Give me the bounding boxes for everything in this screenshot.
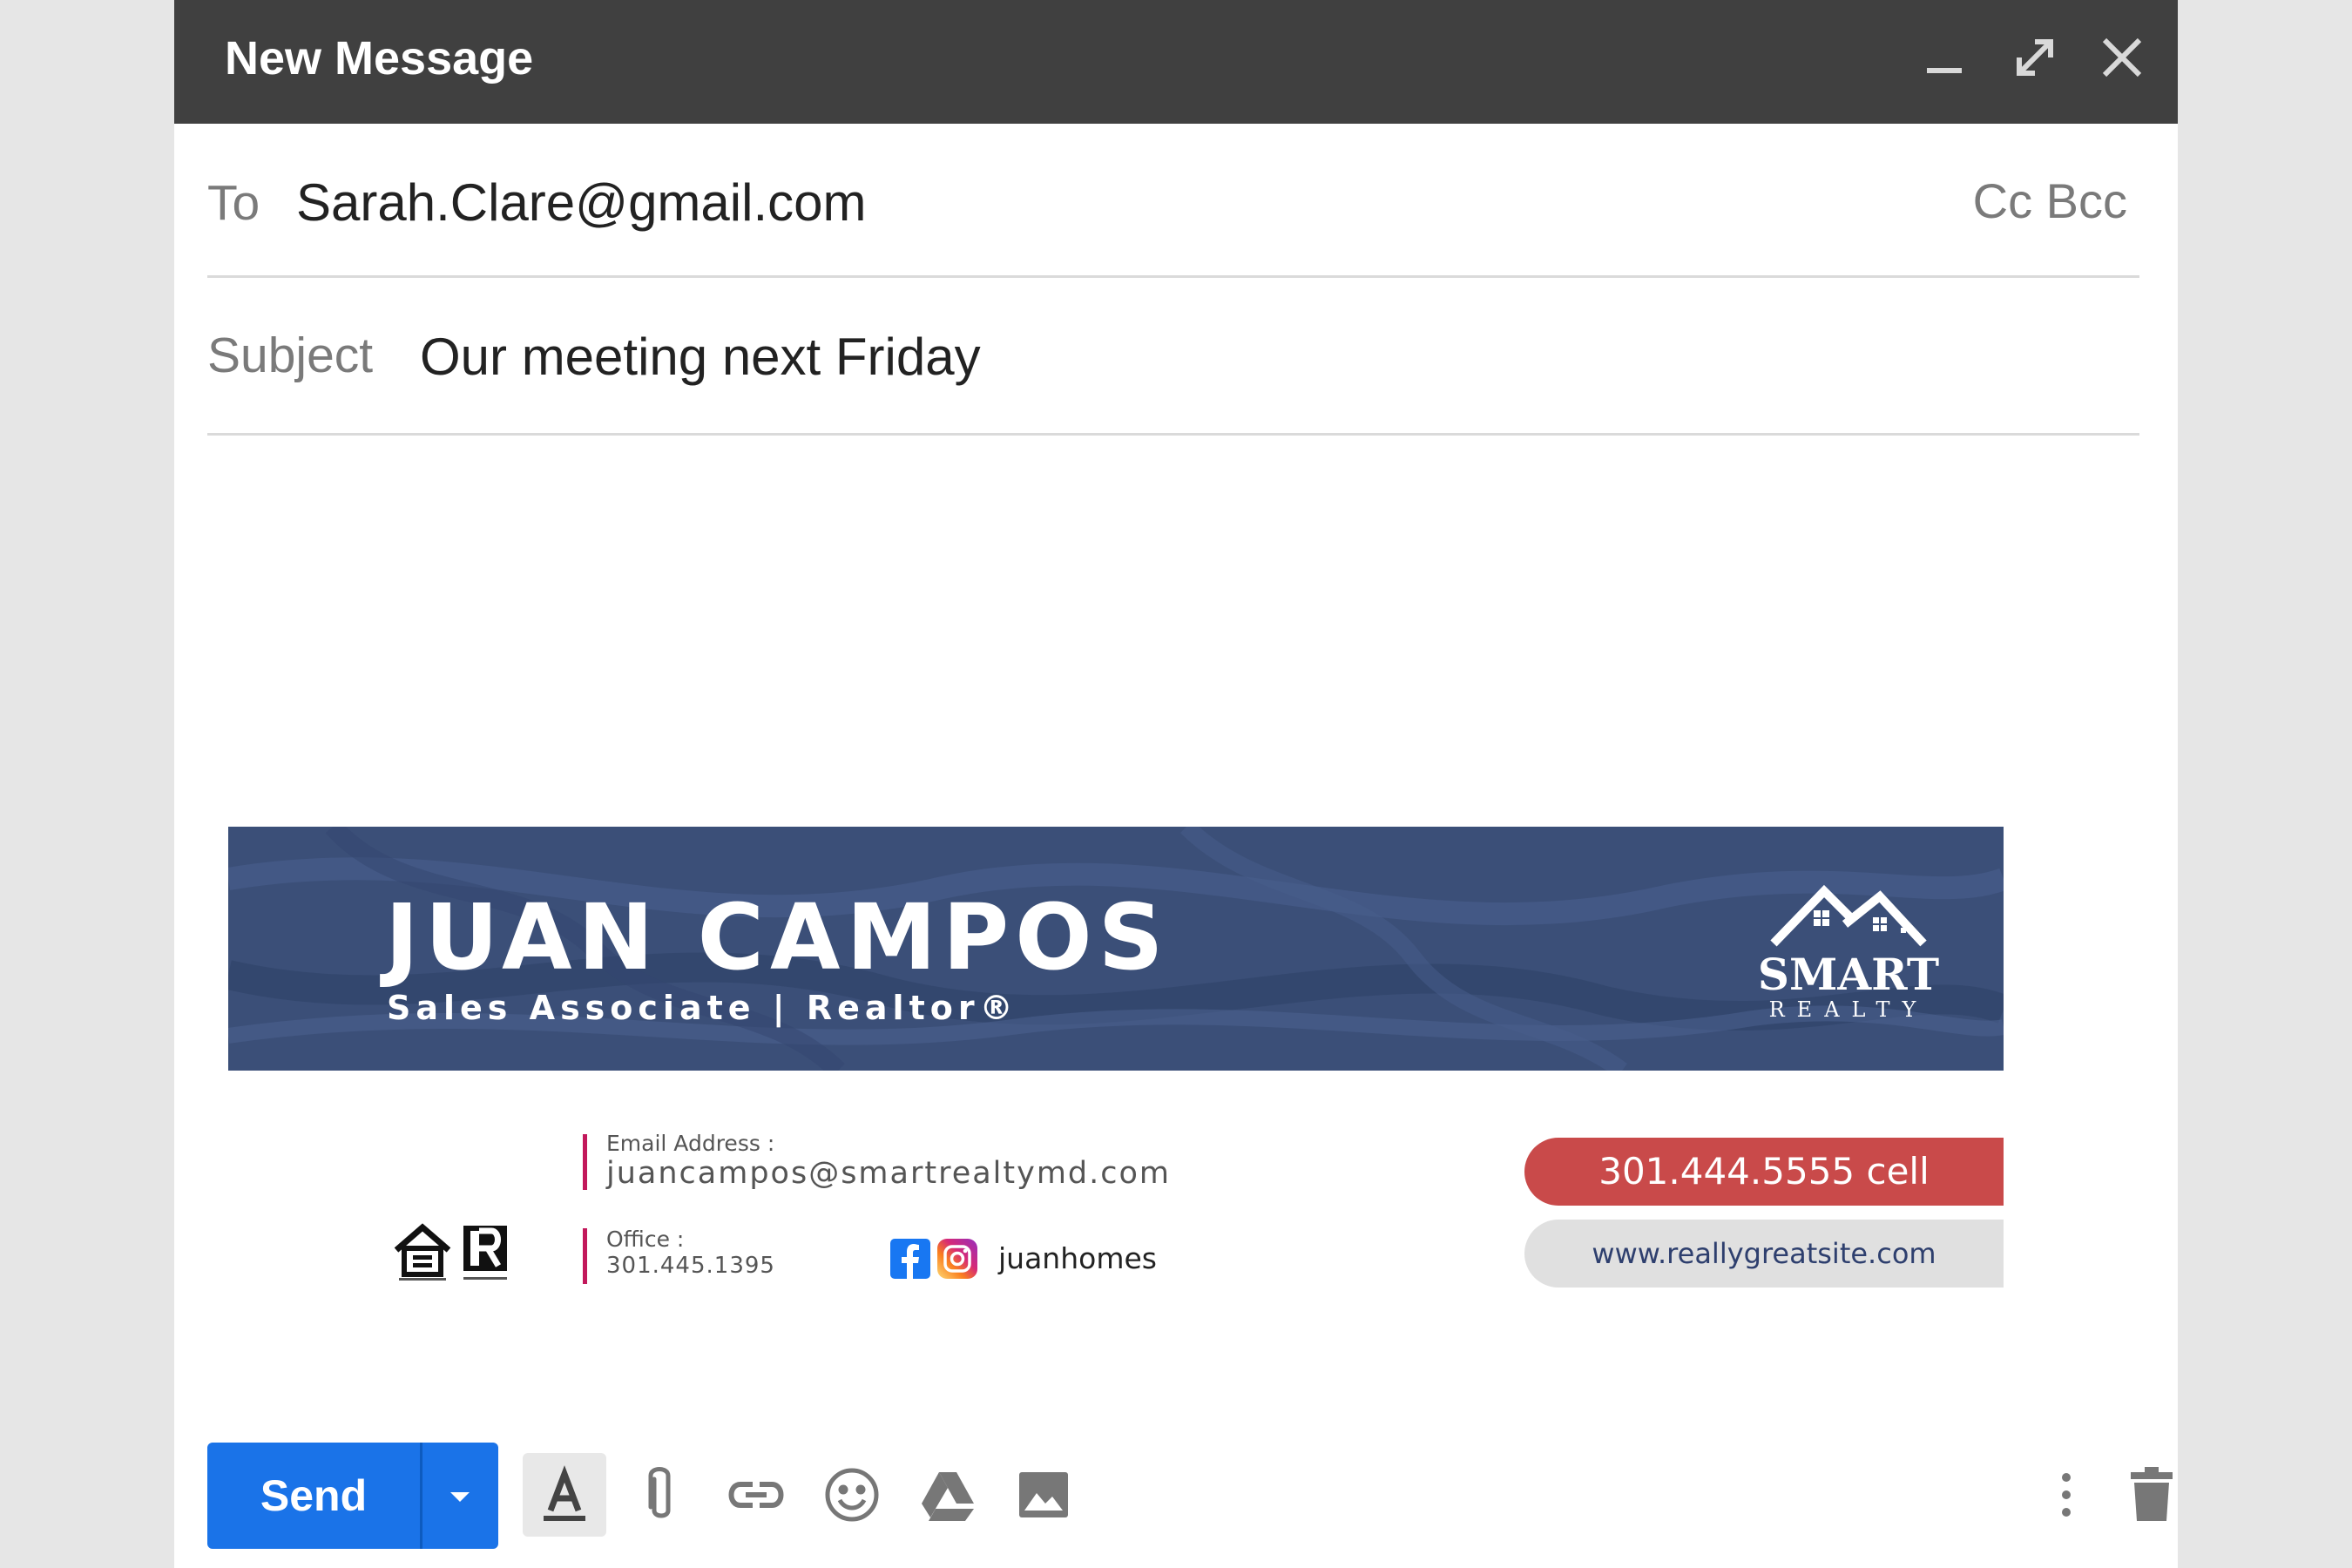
trash-icon[interactable] (2110, 1453, 2193, 1537)
cc-bcc-links: Cc Bcc (1973, 172, 2127, 229)
website-pill[interactable]: www.reallygreatsite.com (1524, 1220, 2004, 1288)
link-icon[interactable] (714, 1453, 798, 1537)
facebook-icon[interactable] (890, 1239, 930, 1279)
send-button[interactable]: Send (207, 1443, 420, 1549)
schedule-send-dropdown[interactable] (422, 1443, 498, 1549)
realtor-logo-icon (463, 1226, 507, 1280)
email-accent-bar (583, 1134, 587, 1190)
office-label: Office : (606, 1227, 685, 1252)
more-options-icon[interactable] (2024, 1453, 2108, 1537)
emoji-icon[interactable] (810, 1453, 894, 1537)
house-roof-icon (1770, 884, 1927, 947)
logo-text-realty: REALTY (1768, 997, 1929, 1022)
attach-icon[interactable] (619, 1453, 703, 1537)
cell-phone-pill[interactable]: 301.444.5555 cell (1524, 1138, 2004, 1206)
smart-realty-logo: SMART REALTY (1744, 879, 1953, 1027)
drive-icon[interactable] (906, 1453, 990, 1537)
subject-row: Subject Our meeting next Friday (207, 278, 2139, 436)
bcc-link[interactable]: Bcc (2046, 173, 2127, 228)
office-accent-bar (583, 1228, 587, 1284)
equal-housing-icon (394, 1223, 451, 1281)
photo-icon[interactable] (1002, 1453, 1085, 1537)
formatting-icon[interactable] (523, 1453, 606, 1537)
compose-window: New Message To Sarah.Clare@gmail.com Cc … (174, 0, 2178, 1568)
subject-field[interactable]: Our meeting next Friday (420, 327, 981, 387)
cc-link[interactable]: Cc (1973, 173, 2032, 228)
compose-titlebar[interactable]: New Message (174, 0, 2178, 124)
caret-down-icon (450, 1492, 470, 1502)
minimize-icon[interactable] (1918, 31, 1970, 84)
signature-email[interactable]: juancampos@smartrealtymd.com (606, 1156, 1171, 1191)
to-field[interactable]: Sarah.Clare@gmail.com (296, 172, 866, 233)
send-button-group: Send (207, 1443, 498, 1549)
logo-text-smart: SMART (1757, 949, 1940, 1000)
social-handle[interactable]: juanhomes (998, 1241, 1157, 1275)
message-body[interactable] (207, 444, 2139, 810)
signature-banner: JUAN CAMPOS Sales Associate | Realtor® S… (228, 827, 2004, 1071)
expand-icon[interactable] (2009, 31, 2061, 84)
to-row: To Sarah.Clare@gmail.com Cc Bcc (207, 124, 2139, 278)
to-label: To (207, 175, 260, 231)
window-title: New Message (225, 32, 534, 84)
subject-label: Subject (207, 328, 374, 383)
email-label: Email Address : (606, 1131, 775, 1156)
instagram-icon[interactable] (937, 1239, 977, 1279)
signature-office-phone: 301.445.1395 (606, 1253, 775, 1279)
close-icon[interactable] (2096, 31, 2148, 84)
signature-name: JUAN CAMPOS (385, 884, 1170, 990)
signature-role: Sales Associate | Realtor® (387, 989, 1018, 1027)
